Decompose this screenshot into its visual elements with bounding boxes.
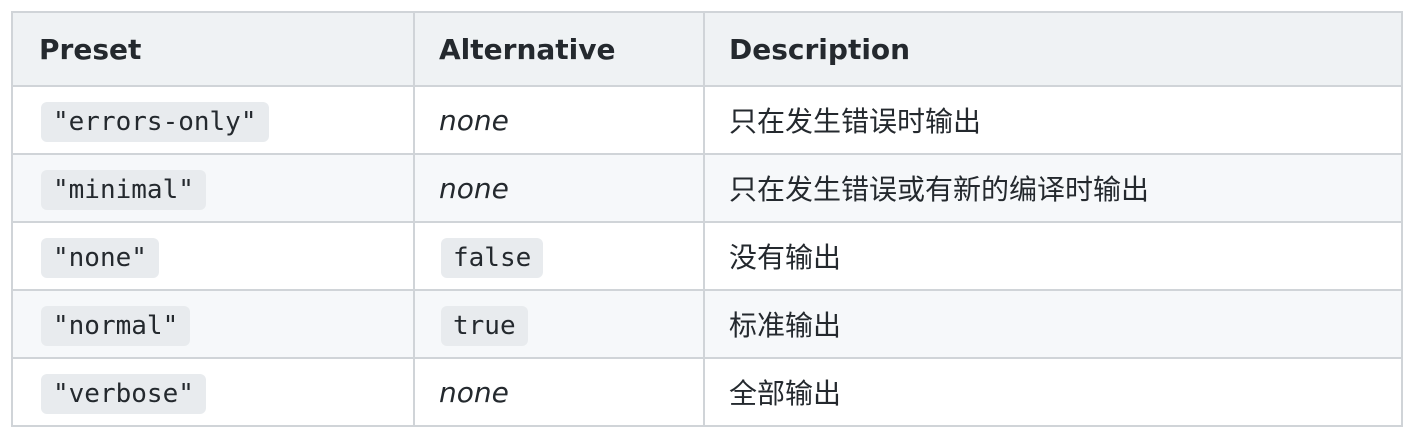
alternative-cell: false <box>413 221 705 291</box>
preset-code: "errors-only" <box>41 101 269 142</box>
table-row: "normal" true 标准输出 <box>11 289 1403 359</box>
alternative-none-text: none <box>439 171 509 205</box>
alternative-cell: none <box>413 153 705 223</box>
table-row: "errors-only" none 只在发生错误时输出 <box>11 85 1403 155</box>
table-row: "verbose" none 全部输出 <box>11 357 1403 427</box>
stats-preset-table: Preset Alternative Description "errors-o… <box>11 11 1403 427</box>
table-row: "minimal" none 只在发生错误或有新的编译时输出 <box>11 153 1403 223</box>
preset-code: "verbose" <box>41 373 206 414</box>
alternative-cell: true <box>413 289 705 359</box>
preset-cell: "none" <box>11 221 415 291</box>
header-preset: Preset <box>11 11 415 87</box>
preset-cell: "normal" <box>11 289 415 359</box>
header-row: Preset Alternative Description <box>11 11 1403 87</box>
table-row: "none" false 没有输出 <box>11 221 1403 291</box>
table-header: Preset Alternative Description <box>11 11 1403 87</box>
preset-code: "none" <box>41 237 159 278</box>
header-alternative: Alternative <box>413 11 705 87</box>
description-cell: 没有输出 <box>703 221 1403 291</box>
preset-cell: "minimal" <box>11 153 415 223</box>
description-cell: 只在发生错误时输出 <box>703 85 1403 155</box>
preset-cell: "verbose" <box>11 357 415 427</box>
alternative-cell: none <box>413 357 705 427</box>
alternative-cell: none <box>413 85 705 155</box>
alternative-code: false <box>441 237 544 278</box>
alternative-none-text: none <box>439 103 509 137</box>
header-description: Description <box>703 11 1403 87</box>
preset-code: "normal" <box>41 305 191 346</box>
description-cell: 只在发生错误或有新的编译时输出 <box>703 153 1403 223</box>
description-cell: 标准输出 <box>703 289 1403 359</box>
preset-cell: "errors-only" <box>11 85 415 155</box>
alternative-none-text: none <box>439 375 509 409</box>
preset-code: "minimal" <box>41 169 206 210</box>
alternative-code: true <box>441 305 528 346</box>
table-body: "errors-only" none 只在发生错误时输出 "minimal" n… <box>11 85 1403 427</box>
description-cell: 全部输出 <box>703 357 1403 427</box>
